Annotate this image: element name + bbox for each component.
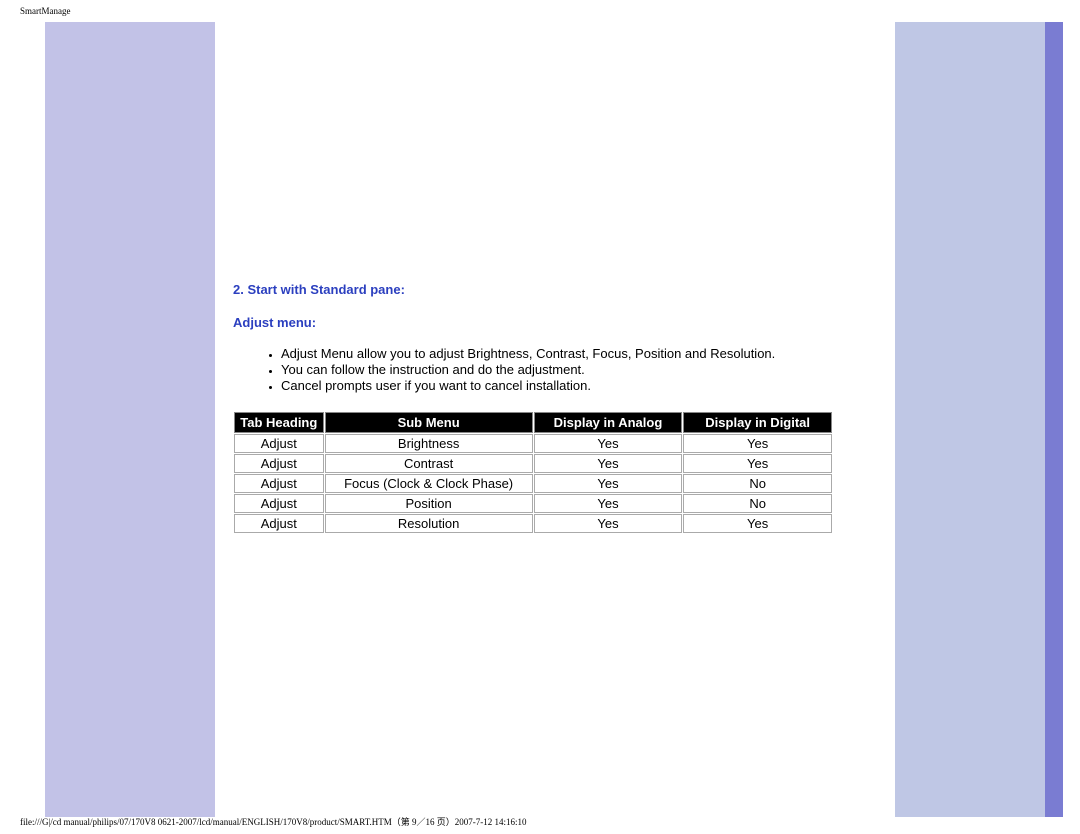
sub-heading: Adjust menu: bbox=[233, 315, 881, 330]
cell: Yes bbox=[534, 514, 683, 533]
cell: Yes bbox=[683, 434, 832, 453]
cell: Resolution bbox=[325, 514, 533, 533]
page-header-title: SmartManage bbox=[20, 6, 70, 16]
cell: Yes bbox=[534, 434, 683, 453]
main-content: 2. Start with Standard pane: Adjust menu… bbox=[215, 22, 895, 817]
table-row: Adjust Brightness Yes Yes bbox=[234, 434, 832, 453]
right-band-dark bbox=[1045, 22, 1063, 817]
col-header-digital: Display in Digital bbox=[683, 412, 832, 433]
image-placeholder bbox=[233, 34, 881, 274]
col-header-analog: Display in Analog bbox=[534, 412, 683, 433]
cell: Position bbox=[325, 494, 533, 513]
cell: Yes bbox=[534, 454, 683, 473]
adjust-menu-table: Tab Heading Sub Menu Display in Analog D… bbox=[233, 411, 833, 534]
cell: Adjust bbox=[234, 514, 324, 533]
cell: Adjust bbox=[234, 454, 324, 473]
table-header-row: Tab Heading Sub Menu Display in Analog D… bbox=[234, 412, 832, 433]
cell: Yes bbox=[683, 454, 832, 473]
table-row: Adjust Resolution Yes Yes bbox=[234, 514, 832, 533]
cell: Adjust bbox=[234, 494, 324, 513]
list-item: You can follow the instruction and do th… bbox=[281, 362, 881, 377]
cell: Adjust bbox=[234, 474, 324, 493]
left-sidebar-band bbox=[45, 22, 215, 817]
cell: No bbox=[683, 494, 832, 513]
list-item: Adjust Menu allow you to adjust Brightne… bbox=[281, 346, 881, 361]
cell: Yes bbox=[683, 514, 832, 533]
cell: Focus (Clock & Clock Phase) bbox=[325, 474, 533, 493]
table-row: Adjust Contrast Yes Yes bbox=[234, 454, 832, 473]
cell: Yes bbox=[534, 494, 683, 513]
right-band-light bbox=[895, 22, 1045, 817]
cell: Adjust bbox=[234, 434, 324, 453]
col-header-tab: Tab Heading bbox=[234, 412, 324, 433]
list-item: Cancel prompts user if you want to cance… bbox=[281, 378, 881, 393]
section-heading: 2. Start with Standard pane: bbox=[233, 282, 881, 297]
table-row: Adjust Position Yes No bbox=[234, 494, 832, 513]
cell: Yes bbox=[534, 474, 683, 493]
cell: Brightness bbox=[325, 434, 533, 453]
cell: Contrast bbox=[325, 454, 533, 473]
bullet-list: Adjust Menu allow you to adjust Brightne… bbox=[233, 346, 881, 393]
page-footer-path: file:///G|/cd manual/philips/07/170V8 06… bbox=[20, 815, 527, 828]
table-row: Adjust Focus (Clock & Clock Phase) Yes N… bbox=[234, 474, 832, 493]
col-header-sub: Sub Menu bbox=[325, 412, 533, 433]
cell: No bbox=[683, 474, 832, 493]
